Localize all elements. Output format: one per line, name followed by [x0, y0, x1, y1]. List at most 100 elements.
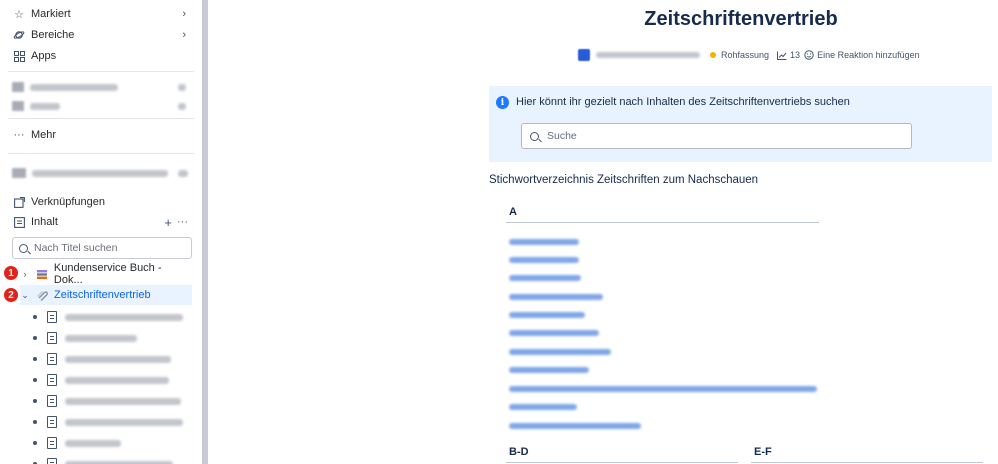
space-avatar [12, 168, 26, 178]
index-link[interactable] [509, 325, 599, 336]
content-search-input[interactable]: Suche [521, 123, 912, 149]
bullet [33, 399, 37, 403]
chevron-right-icon[interactable]: › [20, 269, 30, 279]
tree-child-item[interactable] [33, 434, 193, 452]
page-icon [47, 311, 57, 323]
add-reaction-icon [804, 50, 814, 60]
info-icon: i [496, 96, 509, 109]
space-header[interactable] [12, 164, 192, 182]
redacted-label [30, 102, 60, 110]
tree-item-zeitschriftenvertrieb[interactable]: ⌄ Zeitschriftenvertrieb [20, 285, 192, 305]
tree-item-kundenservice[interactable]: › Kundenservice Buch - Dok... [20, 262, 192, 286]
tree-child-item[interactable] [33, 392, 193, 410]
redacted-page-title [65, 418, 183, 426]
annotation-badge-2: 2 [4, 288, 18, 302]
page-icon [47, 416, 57, 428]
tree-child-item[interactable] [33, 329, 193, 347]
page-byline: Rohfassung 13 Eine Reaktion hinzufügen [578, 48, 920, 62]
index-link[interactable] [509, 399, 577, 410]
tree-child-item[interactable] [33, 350, 193, 368]
letter-heading-e-f: E-F [754, 446, 772, 458]
sidebar-item-label: Verknüpfungen [31, 196, 106, 208]
divider [8, 71, 194, 72]
redacted-page-title [65, 355, 171, 363]
redacted-count [178, 102, 186, 110]
sidebar-item-markiert[interactable]: ☆ Markiert › [12, 5, 192, 23]
tree-child-item[interactable] [33, 308, 193, 326]
divider [506, 462, 738, 463]
redacted-space-name [32, 169, 168, 177]
sidebar-item-label: Mehr [31, 129, 57, 141]
search-placeholder: Suche [547, 130, 577, 142]
index-link[interactable] [509, 270, 581, 281]
tree-child-item[interactable] [33, 413, 193, 431]
sidebar-item-verknuepfungen[interactable]: Verknüpfungen [12, 193, 192, 211]
title-search-input[interactable]: Nach Titel suchen [12, 237, 192, 259]
chevron-down-icon[interactable]: ⌄ [20, 290, 30, 301]
avatar[interactable] [578, 49, 590, 61]
sidebar: ☆ Markiert › Bereiche › Apps ··· Mehr Ve… [0, 0, 202, 464]
analytics-icon [777, 51, 787, 60]
more-dots-icon[interactable]: ··· [177, 216, 188, 228]
sidebar-item-redacted-teams[interactable] [12, 97, 192, 115]
redacted-page-title [65, 460, 173, 464]
redacted-count [178, 83, 186, 91]
tree-child-item[interactable] [33, 455, 193, 464]
page-icon [47, 332, 57, 344]
chevron-right-icon: › [182, 8, 186, 20]
search-icon [530, 131, 539, 141]
star-icon: ☆ [14, 8, 24, 21]
divider [8, 153, 194, 154]
paperclip-icon [36, 289, 48, 301]
redacted-label [30, 83, 118, 91]
bullet [33, 336, 37, 340]
search-placeholder: Nach Titel suchen [34, 242, 118, 254]
index-link[interactable] [509, 381, 817, 392]
page-icon [47, 353, 57, 365]
bullet [33, 315, 37, 319]
book-icon [36, 268, 48, 280]
bullet [33, 357, 37, 361]
status-badge[interactable]: Rohfassung [721, 50, 769, 60]
content-icon [12, 215, 26, 229]
divider [751, 462, 983, 463]
redacted-action [178, 169, 188, 177]
view-count[interactable]: 13 [790, 50, 800, 60]
page-icon [47, 437, 57, 449]
sidebar-item-mehr[interactable]: ··· Mehr [12, 126, 192, 144]
sidebar-item-apps[interactable]: Apps [12, 47, 192, 65]
redacted-page-title [65, 334, 137, 342]
index-link[interactable] [509, 289, 603, 300]
more-dots-icon: ··· [13, 129, 25, 141]
sidebar-item-label: Inhalt [31, 216, 58, 228]
page-icon [47, 395, 57, 407]
sidebar-resize-handle[interactable] [202, 0, 208, 464]
add-content-icon[interactable]: + [164, 215, 172, 230]
page-title: Zeitschriftenvertrieb [644, 8, 838, 30]
bullet [33, 441, 37, 445]
info-text: Hier könnt ihr gezielt nach Inhalten des… [516, 96, 850, 108]
annotation-badge-1: 1 [4, 266, 18, 280]
sidebar-item-label: Markiert [31, 8, 71, 20]
sidebar-item-inhalt[interactable]: Inhalt + ··· [12, 213, 192, 231]
index-link[interactable] [509, 344, 611, 355]
index-link[interactable] [509, 234, 579, 245]
tree-child-item[interactable] [33, 371, 193, 389]
redacted-page-title [65, 313, 183, 321]
index-link[interactable] [509, 418, 641, 429]
index-link[interactable] [509, 307, 585, 318]
space-avatar [12, 82, 24, 92]
sidebar-item-label: Bereiche [31, 29, 75, 41]
sidebar-item-redacted-space[interactable] [12, 78, 192, 96]
search-icon [19, 243, 28, 253]
page-icon [47, 374, 57, 386]
add-reaction-button[interactable]: Eine Reaktion hinzufügen [817, 50, 920, 60]
divider [8, 118, 194, 119]
index-link[interactable] [509, 252, 579, 263]
chevron-right-icon: › [182, 29, 186, 41]
sidebar-item-bereiche[interactable]: Bereiche › [12, 26, 192, 44]
shortcut-icon [12, 195, 26, 209]
tree-item-label: Zeitschriftenvertrieb [54, 289, 151, 301]
index-link[interactable] [509, 362, 589, 373]
tree-item-label: Kundenservice Buch - Dok... [53, 262, 162, 286]
